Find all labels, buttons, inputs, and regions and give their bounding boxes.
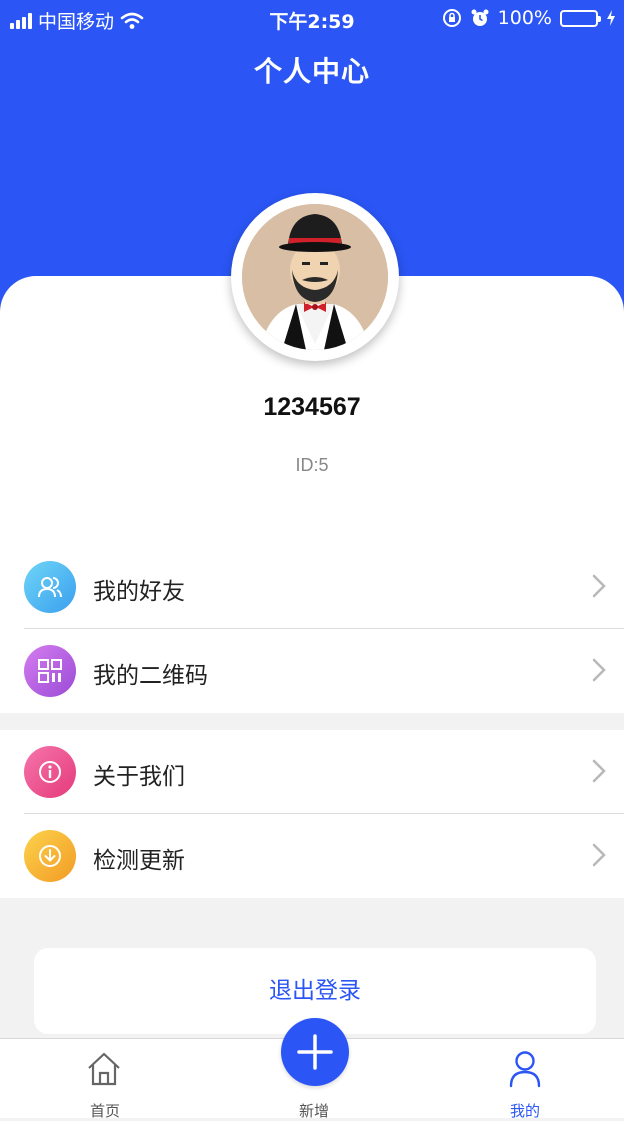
chevron-right-icon <box>592 658 606 682</box>
tab-home[interactable]: 首页 <box>25 1039 185 1120</box>
menu-item-qrcode[interactable]: 我的二维码 <box>0 629 624 713</box>
status-bar: 中国移动 下午2:59 100% <box>0 0 624 38</box>
menu-item-label: 检测更新 <box>93 848 185 874</box>
chevron-right-icon <box>592 574 606 598</box>
info-icon <box>24 746 76 798</box>
alarm-icon <box>471 9 489 26</box>
user-icon <box>509 1051 541 1088</box>
tab-add-label: 新增 <box>298 1102 329 1120</box>
charging-icon <box>607 10 615 26</box>
tab-mine[interactable]: 我的 <box>445 1039 605 1120</box>
avatar-illustration <box>242 204 388 350</box>
battery-percent: 100% <box>497 7 552 29</box>
qrcode-icon <box>24 645 76 697</box>
user-id: ID:5 <box>295 455 329 475</box>
menu-item-friends[interactable]: 我的好友 <box>0 545 624 629</box>
home-icon <box>88 1052 120 1086</box>
menu-item-label: 我的二维码 <box>93 663 208 689</box>
friends-icon <box>24 561 76 613</box>
tab-mine-label: 我的 <box>509 1102 540 1120</box>
battery-icon <box>560 9 601 27</box>
download-icon <box>24 830 76 882</box>
add-button[interactable] <box>281 1018 349 1086</box>
chevron-right-icon <box>592 843 606 867</box>
menu-item-label: 我的好友 <box>93 579 185 605</box>
menu-item-update[interactable]: 检测更新 <box>0 814 624 898</box>
username: 1234567 <box>263 393 361 421</box>
menu-item-label: 关于我们 <box>93 764 185 790</box>
rotation-lock-icon <box>442 9 461 27</box>
menu-item-about[interactable]: 关于我们 <box>0 730 624 814</box>
tab-home-label: 首页 <box>89 1102 120 1120</box>
chevron-right-icon <box>592 759 606 783</box>
plus-icon <box>297 1034 333 1070</box>
avatar[interactable] <box>231 193 399 361</box>
page-title: 个人中心 <box>253 55 370 88</box>
